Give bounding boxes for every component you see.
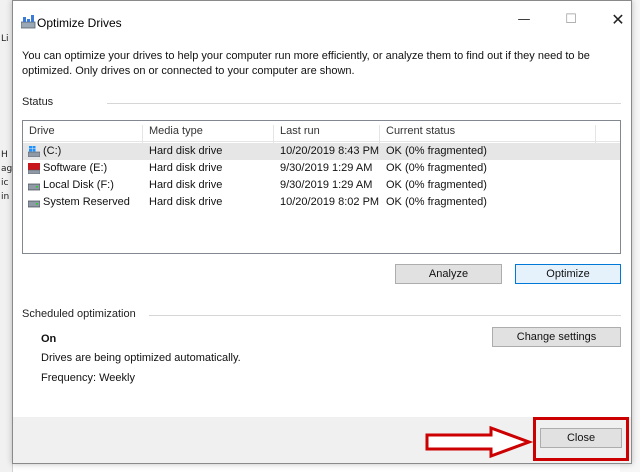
drive-current-status: OK (0% fragmented) [386, 145, 487, 157]
description-text: You can optimize your drives to help you… [22, 50, 590, 77]
background-text: in [1, 192, 10, 202]
column-header-current-status[interactable]: Current status [386, 125, 455, 137]
change-settings-button[interactable]: Change settings [492, 327, 621, 347]
drive-name: System Reserved [43, 196, 130, 208]
column-divider[interactable] [379, 125, 380, 145]
red-arrow-icon [425, 426, 533, 458]
drive-row-f[interactable]: Local Disk (F:) Hard disk drive 9/30/201… [23, 177, 620, 194]
schedule-frequency: Frequency: Weekly [41, 372, 135, 384]
drive-media-type: Hard disk drive [149, 196, 223, 208]
column-header-last-run[interactable]: Last run [280, 125, 320, 137]
background-text: H [1, 150, 8, 160]
hard-drive-icon [28, 183, 40, 191]
drives-list-header: Drive Media type Last run Current status [23, 121, 620, 145]
window-title: Optimize Drives [37, 16, 122, 30]
title-bar[interactable]: Optimize Drives — ☐ ✕ [13, 1, 631, 41]
drive-last-run: 9/30/2019 1:29 AM [280, 162, 373, 174]
hard-drive-icon [28, 200, 40, 208]
drive-current-status: OK (0% fragmented) [386, 179, 487, 191]
analyze-button[interactable]: Analyze [395, 264, 502, 284]
scheduled-divider [149, 315, 621, 316]
drives-list[interactable]: Drive Media type Last run Current status… [22, 120, 621, 254]
close-window-button[interactable]: ✕ [603, 9, 633, 31]
status-divider [107, 103, 621, 104]
schedule-state: On [41, 333, 57, 345]
drive-last-run: 9/30/2019 1:29 AM [280, 179, 373, 191]
schedule-description: Drives are being optimized automatically… [41, 352, 241, 364]
windows-drive-icon [28, 146, 40, 157]
drive-name: (C:) [43, 145, 62, 157]
close-button-highlight-box [533, 417, 629, 461]
software-drive-icon [28, 163, 40, 174]
background-text: ag [1, 164, 13, 174]
drive-last-run: 10/20/2019 8:02 PM [280, 196, 380, 208]
column-divider[interactable] [595, 125, 596, 145]
drive-media-type: Hard disk drive [149, 162, 223, 174]
drive-last-run: 10/20/2019 8:43 PM [280, 145, 380, 157]
status-section-label: Status [22, 96, 54, 108]
optimize-button[interactable]: Optimize [515, 264, 621, 284]
drive-current-status: OK (0% fragmented) [386, 196, 487, 208]
minimize-button[interactable]: — [509, 9, 539, 31]
dialog-content: You can optimize your drives to help you… [13, 41, 631, 417]
drive-media-type: Hard disk drive [149, 145, 223, 157]
drive-row-system-reserved[interactable]: System Reserved Hard disk drive 10/20/20… [23, 194, 620, 211]
background-text: Li [1, 34, 9, 44]
drive-name: Local Disk (F:) [43, 179, 114, 191]
column-header-drive[interactable]: Drive [29, 125, 55, 137]
column-divider[interactable] [142, 125, 143, 145]
drive-row-c[interactable]: (C:) Hard disk drive 10/20/2019 8:43 PM … [23, 143, 620, 160]
column-header-media-type[interactable]: Media type [149, 125, 203, 137]
maximize-button[interactable]: ☐ [556, 9, 586, 31]
optimize-drives-window: Optimize Drives — ☐ ✕ You can optimize y… [12, 0, 632, 464]
drive-current-status: OK (0% fragmented) [386, 162, 487, 174]
drive-media-type: Hard disk drive [149, 179, 223, 191]
column-divider[interactable] [273, 125, 274, 145]
background-text: ic [1, 178, 9, 188]
drive-row-e[interactable]: Software (E:) Hard disk drive 9/30/2019 … [23, 160, 620, 177]
drive-name: Software (E:) [43, 162, 108, 174]
optimize-drives-app-icon [21, 15, 36, 29]
scheduled-optimization-label: Scheduled optimization [22, 308, 136, 320]
